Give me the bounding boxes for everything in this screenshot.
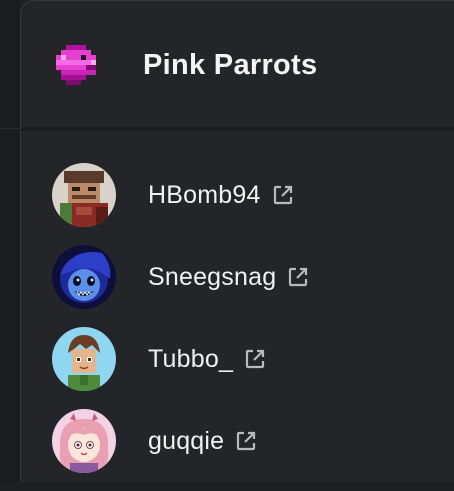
member-row-hbomb94: HBomb94 <box>52 163 452 227</box>
team-panel: Pink Parrots HBomb94 Sneegsnag Tubbo_ gu… <box>20 0 454 482</box>
member-row-sneegsnag: Sneegsnag <box>52 245 452 309</box>
member-name-hbomb94[interactable]: HBomb94 <box>148 181 261 210</box>
team-name: Pink Parrots <box>143 48 318 81</box>
member-row-guqqie: guqqie <box>52 409 452 473</box>
member-name-tubbo[interactable]: Tubbo_ <box>148 345 233 374</box>
member-row-tubbo: Tubbo_ <box>52 327 452 391</box>
member-list: HBomb94 Sneegsnag Tubbo_ guqqie <box>52 163 452 491</box>
guqqie-avatar-icon <box>52 409 116 473</box>
external-link-icon[interactable] <box>271 183 295 207</box>
hbomb94-avatar-icon <box>52 163 116 227</box>
tubbo-avatar-icon <box>52 327 116 391</box>
external-link-icon[interactable] <box>243 347 267 371</box>
left-panel-edge <box>0 0 20 482</box>
member-name-guqqie[interactable]: guqqie <box>148 427 224 456</box>
pink-parrot-logo-icon <box>56 45 96 85</box>
external-link-icon[interactable] <box>286 265 310 289</box>
left-panel-divider <box>0 128 20 129</box>
member-name-sneegsnag[interactable]: Sneegsnag <box>148 263 276 292</box>
header-divider <box>21 127 454 131</box>
sneegsnag-avatar-icon <box>52 245 116 309</box>
external-link-icon[interactable] <box>234 429 258 453</box>
team-header: Pink Parrots <box>21 1 454 129</box>
